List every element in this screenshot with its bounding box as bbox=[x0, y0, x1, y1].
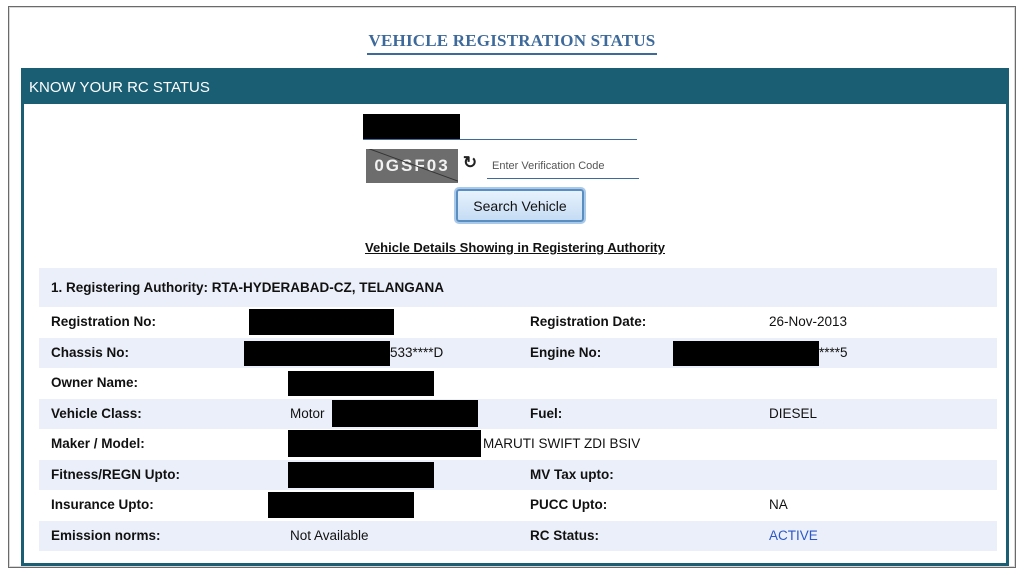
refresh-captcha-icon[interactable]: ↻ bbox=[461, 154, 479, 172]
verification-code-input[interactable] bbox=[487, 153, 639, 179]
redacted-value bbox=[673, 340, 819, 366]
captcha-image: 0GSF03 bbox=[366, 149, 458, 183]
row-value: NA bbox=[769, 497, 788, 512]
row-label: Emission norms: bbox=[51, 527, 161, 543]
row-label: PUCC Upto: bbox=[530, 497, 608, 512]
table-row: Maker / Model: MARUTI SWIFT ZDI BSIV bbox=[39, 429, 997, 460]
row-value: MARUTI SWIFT ZDI BSIV bbox=[483, 436, 641, 451]
panel-header: KNOW YOUR RC STATUS bbox=[24, 71, 1006, 104]
row-value: Motor bbox=[290, 405, 325, 421]
vehicle-details-title: Vehicle Details Showing in Registering A… bbox=[364, 240, 665, 255]
table-row: Vehicle Class: Motor Fuel: DIESEL bbox=[39, 398, 997, 429]
row-label: RC Status: bbox=[530, 527, 600, 543]
row-label: Owner Name: bbox=[51, 375, 139, 390]
row-label: Registration No: bbox=[51, 314, 157, 329]
redacted-value bbox=[249, 309, 394, 335]
row-label: Chassis No: bbox=[51, 344, 130, 360]
redacted-value bbox=[268, 492, 414, 518]
rc-status-panel: KNOW YOUR RC STATUS 0GSF03 ↻ Search Vehi… bbox=[21, 68, 1009, 566]
row-label: Insurance Upto: bbox=[51, 497, 154, 512]
row-label: Maker / Model: bbox=[51, 436, 145, 451]
row-value: 533****D bbox=[390, 344, 444, 360]
search-vehicle-button[interactable]: Search Vehicle bbox=[456, 189, 584, 222]
redacted-value bbox=[288, 371, 434, 396]
row-label: Fitness/REGN Upto: bbox=[51, 466, 181, 482]
row-label: Engine No: bbox=[530, 344, 602, 360]
table-row: Chassis No: 533****D Engine No: ****5 bbox=[39, 337, 997, 368]
row-value: Not Available bbox=[290, 527, 369, 543]
page-title: VEHICLE REGISTRATION STATUS bbox=[9, 31, 1015, 55]
redacted-value bbox=[288, 430, 481, 457]
row-value: 26-Nov-2013 bbox=[769, 314, 848, 329]
rc-status-badge: ACTIVE bbox=[769, 527, 818, 543]
row-label: MV Tax upto: bbox=[530, 466, 614, 482]
table-row: Fitness/REGN Upto: MV Tax upto: bbox=[39, 459, 997, 490]
table-row: Owner Name: bbox=[39, 368, 997, 399]
table-row: Registration No: Registration Date: 26-N… bbox=[39, 307, 997, 338]
row-value: DIESEL bbox=[769, 405, 818, 421]
row-label: Fuel: bbox=[530, 405, 563, 421]
vehicle-details-table: 1. Registering Authority: RTA-HYDERABAD-… bbox=[39, 268, 997, 551]
registering-authority-row: 1. Registering Authority: RTA-HYDERABAD-… bbox=[39, 268, 997, 307]
row-label: Vehicle Class: bbox=[51, 405, 142, 421]
registering-authority-text: 1. Registering Authority: RTA-HYDERABAD-… bbox=[51, 280, 444, 295]
table-row: Emission norms: Not Available RC Status:… bbox=[39, 520, 997, 551]
table-row: Insurance Upto: PUCC Upto: NA bbox=[39, 490, 997, 521]
redacted-registration-number bbox=[363, 114, 460, 139]
redacted-value bbox=[244, 340, 390, 366]
page-frame: VEHICLE REGISTRATION STATUS KNOW YOUR RC… bbox=[8, 6, 1016, 568]
row-label: Registration Date: bbox=[530, 314, 647, 329]
redacted-value bbox=[332, 399, 478, 427]
redacted-value bbox=[288, 461, 434, 488]
row-value: ****5 bbox=[819, 344, 848, 360]
